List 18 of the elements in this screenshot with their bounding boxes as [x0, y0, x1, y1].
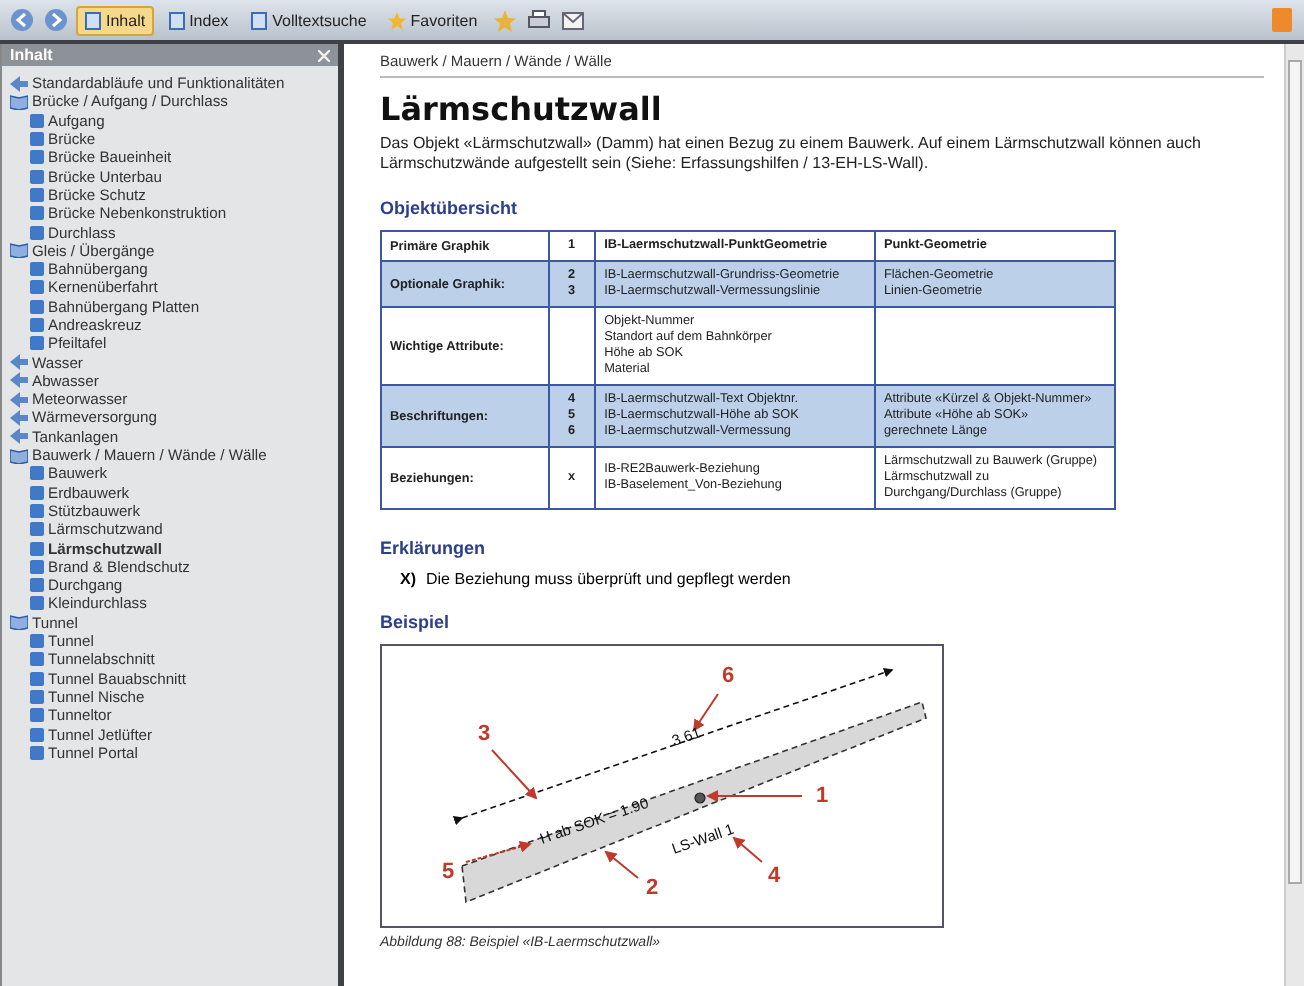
callout-number: 5 [442, 860, 455, 884]
intro-text: Das Objekt «Lärmschutzwall» (Damm) hat einen Bezug zu einem Bauwerk. Auf einem Lärmschutzwall können auch Lärmschutzwände aufgestellt sein (Siehe: Erfassungshilfen / 13-EH-LS-Wall). [380, 134, 1203, 174]
callout-number: 1 [816, 784, 829, 808]
note-text: Die Beziehung muss überprüft und gepflegt werden [426, 570, 791, 588]
toolbar-tab[interactable]: Inhalt [76, 5, 154, 35]
callout-number: 2 [646, 876, 659, 900]
toolbar-tab[interactable]: Volltextsuche [242, 5, 375, 35]
callout-number: 3 [478, 722, 491, 746]
callout-number: 4 [768, 864, 781, 888]
page-title: Lärmschutzwall [380, 90, 664, 128]
sidebar-title: Inhalt [10, 46, 53, 64]
section-heading: Objektübersicht [380, 198, 520, 218]
callout-number: 6 [722, 664, 735, 688]
toolbar-tab[interactable]: Favoriten [380, 5, 486, 35]
toolbar-tab[interactable]: Index [159, 5, 237, 35]
section-heading: Beispiel [380, 612, 452, 632]
section-heading: Erklärungen [380, 538, 488, 558]
note-marker: X) [400, 570, 416, 588]
